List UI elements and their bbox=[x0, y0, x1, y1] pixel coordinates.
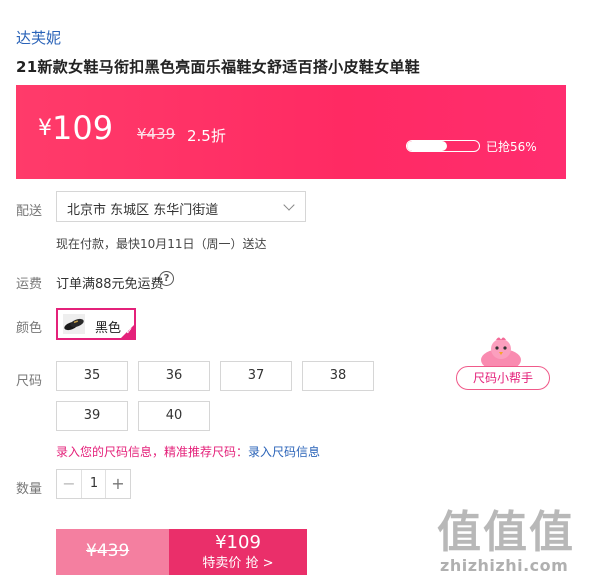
buy-cta-label: 特卖价 抢 > bbox=[202, 556, 274, 571]
price-banner: ¥109 ¥439 2.5折 已抢56% bbox=[16, 85, 566, 179]
size-option-36[interactable]: 36 bbox=[138, 361, 210, 391]
product-title: 21新款女鞋马衔扣黑色亮面乐福鞋女舒适百搭小皮鞋女单鞋 bbox=[16, 58, 420, 76]
size-helper-button[interactable]: 尺码小帮手 bbox=[456, 366, 550, 390]
quantity-minus-button[interactable]: − bbox=[57, 470, 82, 498]
delivery-label: 配送 bbox=[16, 204, 43, 219]
buy-now-button[interactable]: ¥109 特卖价 抢 > bbox=[169, 529, 307, 575]
watermark-url: zhizhizhi.com bbox=[440, 556, 569, 575]
bird-mascot-icon bbox=[481, 337, 521, 370]
color-option-black[interactable]: 黑色 ✓ bbox=[56, 308, 136, 340]
quantity-stepper: − 1 + bbox=[56, 469, 131, 499]
size-hint-link[interactable]: 录入尺码信息 bbox=[248, 445, 320, 459]
currency-symbol: ¥ bbox=[38, 116, 52, 141]
discount-text: 2.5折 bbox=[187, 127, 226, 145]
size-option-35[interactable]: 35 bbox=[56, 361, 128, 391]
size-option-37[interactable]: 37 bbox=[220, 361, 292, 391]
size-option-40[interactable]: 40 bbox=[138, 401, 210, 431]
watermark-logo: 值值值 bbox=[437, 507, 575, 558]
color-option-label: 黑色 bbox=[95, 321, 122, 336]
address-value: 北京市 东城区 东华门街道 bbox=[67, 203, 219, 218]
shipping-text: 订单满88元免运费 bbox=[56, 277, 164, 292]
chevron-down-icon bbox=[283, 199, 295, 211]
quantity-value[interactable]: 1 bbox=[82, 470, 106, 498]
size-hint-text: 录入您的尺码信息，精准推荐尺码： bbox=[56, 445, 249, 459]
shipping-label: 运费 bbox=[16, 277, 43, 292]
check-icon: ✓ bbox=[125, 327, 133, 337]
question-icon[interactable]: ? bbox=[159, 271, 174, 286]
original-price-block: ¥439 bbox=[56, 529, 169, 575]
buy-sale-price: ¥109 bbox=[215, 532, 261, 553]
current-price: ¥109 bbox=[38, 109, 113, 147]
delivery-estimate: 现在付款，最快10月11日（周一）送达 bbox=[56, 237, 267, 251]
shoe-thumbnail-icon bbox=[63, 314, 85, 334]
size-option-38[interactable]: 38 bbox=[302, 361, 374, 391]
sold-progress-bar bbox=[406, 140, 480, 152]
buy-original-price: ¥439 bbox=[86, 541, 130, 561]
color-label: 颜色 bbox=[16, 321, 43, 336]
brand-link[interactable]: 达芙妮 bbox=[16, 27, 61, 48]
sold-progress-fill bbox=[407, 141, 448, 151]
size-hint: 录入您的尺码信息，精准推荐尺码：录入尺码信息 bbox=[56, 443, 320, 460]
address-select[interactable]: 北京市 东城区 东华门街道 bbox=[56, 191, 306, 222]
size-option-39[interactable]: 39 bbox=[56, 401, 128, 431]
size-label: 尺码 bbox=[16, 374, 43, 389]
sold-percent-text: 已抢56% bbox=[486, 140, 537, 154]
quantity-plus-button[interactable]: + bbox=[105, 470, 130, 498]
original-price: ¥439 bbox=[137, 125, 176, 143]
quantity-label: 数量 bbox=[16, 482, 43, 497]
price-value: 109 bbox=[52, 109, 114, 147]
